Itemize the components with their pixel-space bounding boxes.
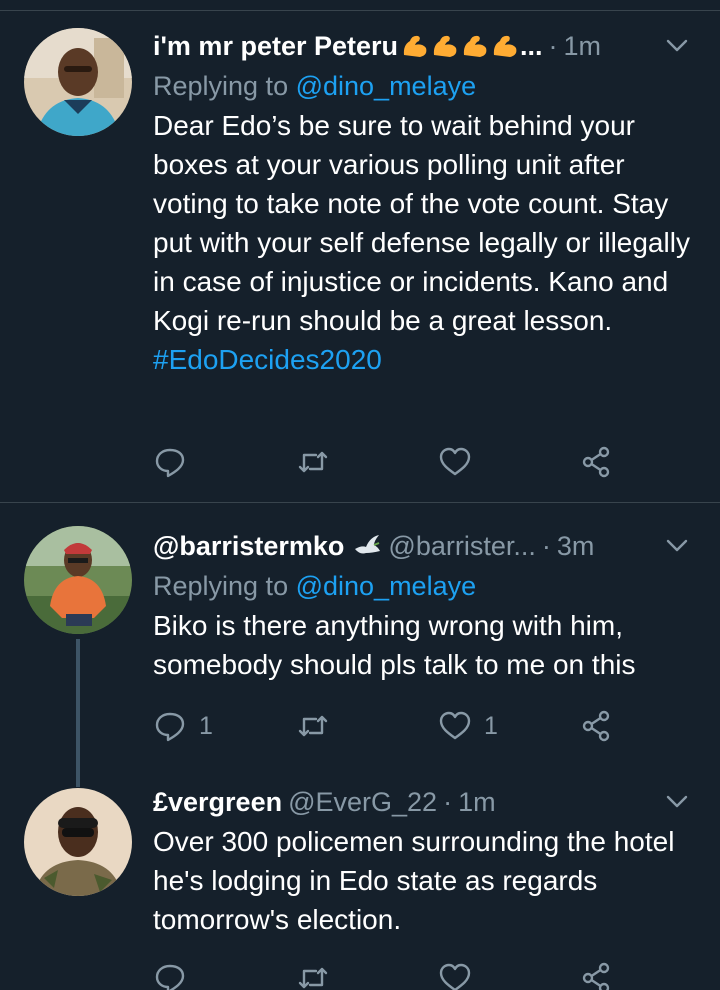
tweet-actions: 1 1 — [153, 706, 653, 746]
share-icon — [582, 962, 610, 990]
retweet-icon — [298, 451, 328, 473]
display-name[interactable]: £vergreen — [153, 787, 282, 818]
chevron-down-icon — [666, 795, 688, 808]
like-button[interactable]: 1 — [438, 706, 498, 746]
share-button[interactable] — [579, 958, 613, 990]
like-button[interactable] — [438, 958, 484, 990]
like-icon — [439, 963, 471, 990]
flexed-biceps-emojis — [400, 31, 520, 61]
display-name[interactable]: @barristermko — [153, 531, 344, 562]
thread-connector — [76, 639, 80, 787]
separator-dot: · — [443, 786, 453, 817]
reply-icon — [155, 712, 185, 742]
replying-to-label: Replying to — [153, 571, 296, 601]
hashtag-link[interactable]: #EdoDecides2020 — [153, 340, 702, 379]
tweet-text: Dear Edo’s be sure to wait behind your b… — [153, 110, 690, 336]
reply-button[interactable]: 1 — [153, 706, 213, 746]
tweet-menu-button[interactable] — [662, 530, 692, 560]
reply-icon — [155, 964, 185, 990]
avatar[interactable] — [24, 28, 132, 136]
chevron-down-icon — [666, 39, 688, 52]
tweet-actions — [153, 442, 653, 482]
mention-link[interactable]: @dino_melaye — [296, 571, 477, 601]
tweet-header: i'm mr peter Peteru ... · 1m — [153, 26, 702, 66]
timestamp[interactable]: 1m — [458, 787, 496, 818]
name-ellipsis: ... — [520, 30, 543, 61]
tweet-3[interactable]: £vergreen @EverG_22 · 1m Over 300 police… — [0, 780, 720, 990]
tweet-actions — [153, 958, 653, 990]
tweet-menu-button[interactable] — [662, 786, 692, 816]
retweet-icon — [298, 967, 328, 989]
share-icon — [582, 710, 610, 742]
flexed-biceps-icon — [493, 35, 517, 57]
timestamp[interactable]: 3m — [557, 531, 595, 562]
replying-to-label: Replying to — [153, 71, 296, 101]
reply-count: 1 — [199, 711, 213, 740]
tweet-header: @barristermko @barrister... · 3m — [153, 526, 702, 566]
like-icon — [439, 447, 471, 476]
tweet-text: Biko is there anything wrong with him, s… — [153, 610, 636, 680]
retweet-icon — [298, 715, 328, 737]
separator-dot: · — [541, 530, 551, 561]
tweet-content: £vergreen @EverG_22 · 1m Over 300 police… — [153, 782, 702, 939]
separator-dot: · — [548, 30, 558, 61]
handle[interactable]: @EverG_22 — [288, 787, 437, 818]
share-button[interactable] — [579, 442, 613, 482]
like-icon — [439, 711, 471, 740]
like-button[interactable] — [438, 442, 484, 482]
tweet-content: @barristermko @barrister... · 3m Replyin… — [153, 526, 702, 684]
tweet-text: Over 300 policemen surrounding the hotel… — [153, 826, 675, 935]
avatar[interactable] — [24, 526, 132, 634]
tweet-2[interactable]: @barristermko @barrister... · 3m Replyin… — [0, 503, 720, 787]
dove-icon — [355, 535, 381, 554]
reply-button[interactable] — [153, 442, 199, 482]
share-button[interactable] — [579, 706, 613, 746]
retweet-button[interactable] — [296, 442, 342, 482]
tweet-content: i'm mr peter Peteru ... · 1m Replying to… — [153, 26, 702, 379]
mention-link[interactable]: @dino_melaye — [296, 71, 477, 101]
flexed-biceps-icon — [403, 35, 427, 57]
timeline-feed: i'm mr peter Peteru ... · 1m Replying to… — [0, 0, 720, 990]
like-count: 1 — [484, 711, 498, 740]
avatar[interactable] — [24, 788, 132, 896]
retweet-button[interactable] — [296, 958, 342, 990]
dove-emoji — [352, 531, 382, 561]
reply-button[interactable] — [153, 958, 199, 990]
share-icon — [582, 446, 610, 478]
chevron-down-icon — [666, 539, 688, 552]
tweet-menu-button[interactable] — [662, 30, 692, 60]
retweet-button[interactable] — [296, 706, 342, 746]
handle[interactable]: @barrister... — [388, 531, 535, 562]
tweet-1[interactable]: i'm mr peter Peteru ... · 1m Replying to… — [0, 0, 720, 502]
reply-icon — [155, 448, 185, 478]
display-name[interactable]: i'm mr peter Peteru — [153, 31, 398, 62]
replying-to: Replying to @dino_melaye — [153, 66, 702, 106]
flexed-biceps-icon — [463, 35, 487, 57]
flexed-biceps-icon — [433, 35, 457, 57]
replying-to: Replying to @dino_melaye — [153, 566, 702, 606]
tweet-header: £vergreen @EverG_22 · 1m — [153, 782, 702, 822]
timestamp[interactable]: 1m — [564, 31, 602, 62]
